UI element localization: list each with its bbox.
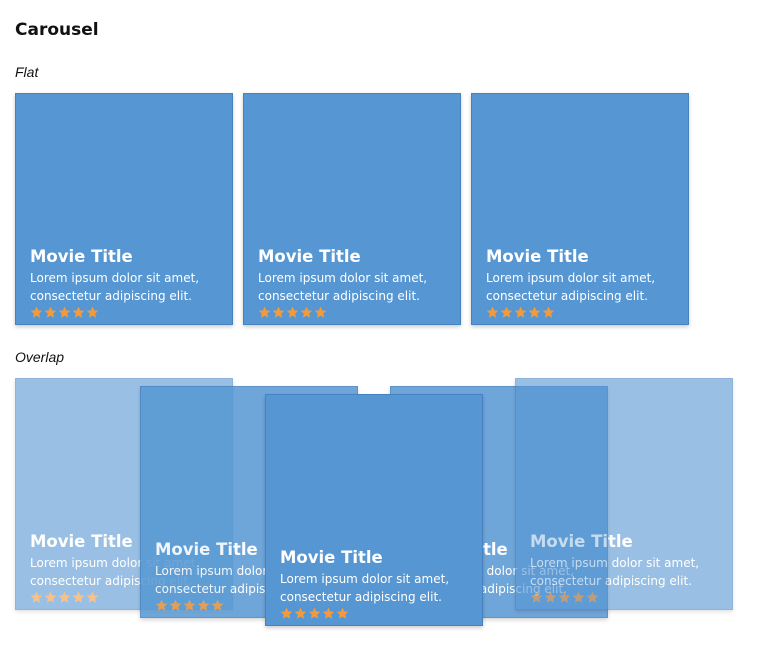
star-rating: [486, 305, 680, 319]
star-icon: [542, 306, 555, 319]
star-icon: [294, 607, 307, 620]
star-icon: [300, 306, 313, 319]
star-icon: [86, 591, 99, 604]
star-icon: [197, 599, 210, 612]
star-icon: [211, 599, 224, 612]
movie-description: Lorem ipsum dolor sit amet, consectetur …: [280, 572, 450, 604]
section-label-flat: Flat: [15, 64, 39, 80]
star-icon: [30, 591, 43, 604]
card-content: Movie Title Lorem ipsum dolor sit amet, c…: [258, 247, 452, 319]
star-icon: [58, 306, 71, 319]
movie-title: Movie Title: [258, 247, 361, 266]
movie-card[interactable]: Movie Title Lorem ipsum dolor sit amet, c…: [243, 93, 461, 325]
star-icon: [586, 591, 599, 604]
star-rating: [30, 305, 224, 319]
star-icon: [286, 306, 299, 319]
star-icon: [44, 591, 57, 604]
star-icon: [272, 306, 285, 319]
star-icon: [183, 599, 196, 612]
star-icon: [86, 306, 99, 319]
star-rating: [280, 606, 474, 620]
star-icon: [169, 599, 182, 612]
movie-card[interactable]: Movie Title Lorem ipsum dolor sit amet, c…: [265, 394, 483, 626]
star-icon: [308, 607, 321, 620]
movie-card[interactable]: Movie Title Lorem ipsum dolor sit amet, c…: [15, 93, 233, 325]
star-icon: [528, 306, 541, 319]
star-icon: [155, 599, 168, 612]
card-content: Movie Title Lorem ipsum dolor sit amet, c…: [486, 247, 680, 319]
movie-description: Lorem ipsum dolor sit amet, consectetur …: [530, 556, 700, 588]
card-content: Movie Title Lorem ipsum dolor sit amet, c…: [530, 532, 724, 604]
star-icon: [500, 306, 513, 319]
star-icon: [514, 306, 527, 319]
movie-description: Lorem ipsum dolor sit amet, consectetur …: [30, 271, 200, 303]
movie-description: Lorem ipsum dolor sit amet, consectetur …: [258, 271, 428, 303]
star-icon: [572, 591, 585, 604]
star-icon: [258, 306, 271, 319]
star-rating: [258, 305, 452, 319]
movie-title: Movie Title: [530, 532, 633, 551]
star-icon: [314, 306, 327, 319]
star-icon: [336, 607, 349, 620]
movie-title: Movie Title: [30, 247, 133, 266]
star-icon: [72, 306, 85, 319]
star-icon: [30, 306, 43, 319]
section-label-overlap: Overlap: [15, 349, 65, 365]
page-title: Carousel: [15, 20, 99, 40]
movie-description: Lorem ipsum dolor sit amet, consectetur …: [486, 271, 656, 303]
star-icon: [44, 306, 57, 319]
star-icon: [544, 591, 557, 604]
movie-title: Movie Title: [280, 548, 383, 567]
star-icon: [530, 591, 543, 604]
star-icon: [486, 306, 499, 319]
star-icon: [58, 591, 71, 604]
star-icon: [322, 607, 335, 620]
star-icon: [72, 591, 85, 604]
star-rating: [530, 590, 724, 604]
movie-title: Movie Title: [486, 247, 589, 266]
card-content: Movie Title Lorem ipsum dolor sit amet, c…: [280, 548, 474, 620]
movie-card[interactable]: Movie Title Lorem ipsum dolor sit amet, c…: [471, 93, 689, 325]
star-icon: [558, 591, 571, 604]
star-icon: [280, 607, 293, 620]
movie-card[interactable]: Movie Title Lorem ipsum dolor sit amet, c…: [515, 378, 733, 610]
card-content: Movie Title Lorem ipsum dolor sit amet, c…: [30, 247, 224, 319]
